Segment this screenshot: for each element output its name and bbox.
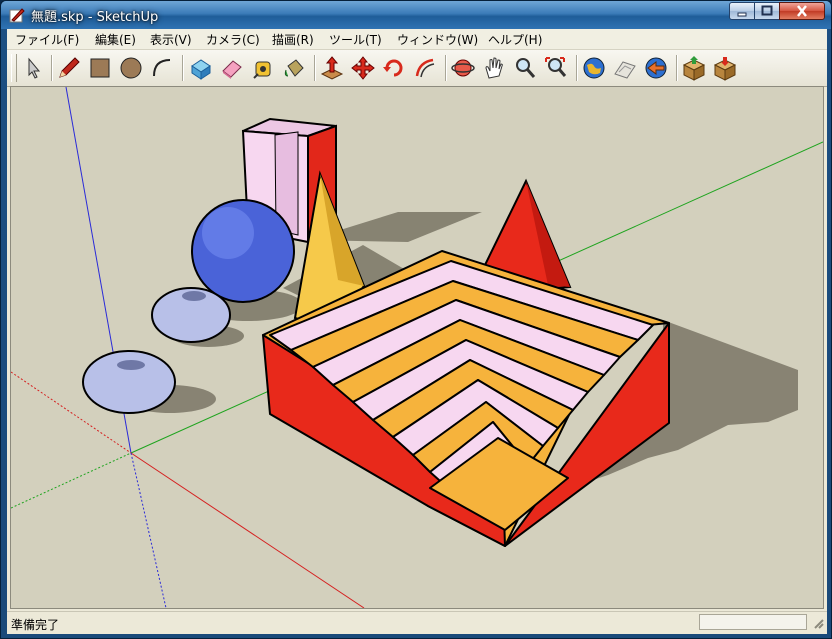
- make-component-tool-button[interactable]: [187, 54, 215, 82]
- place-model-icon: [645, 57, 667, 79]
- toolbar-separator: [576, 55, 578, 81]
- menu-edit[interactable]: 編集(E): [95, 31, 136, 48]
- close-icon: [797, 5, 807, 17]
- share-model-tool-button[interactable]: [711, 54, 739, 82]
- title-bar[interactable]: 無題.skp - SketchUp: [1, 1, 831, 29]
- offset-icon: [415, 58, 435, 78]
- tape-measure-tool-button[interactable]: [249, 54, 277, 82]
- get-current-view-tool-button[interactable]: [611, 54, 639, 82]
- tape-measure-icon: [253, 61, 271, 79]
- status-bar: 準備完了: [7, 611, 827, 634]
- 3d-scene[interactable]: [11, 87, 823, 608]
- minimize-icon: [737, 12, 747, 17]
- arc-icon: [153, 59, 171, 77]
- measurements-box[interactable]: [699, 614, 807, 630]
- green-axis-negative: [11, 452, 132, 509]
- earth-icon: [583, 57, 605, 79]
- toolbar-separator: [182, 55, 184, 81]
- circle-icon: [120, 57, 142, 79]
- share-box-icon: [713, 57, 737, 81]
- move-tool-button[interactable]: [349, 54, 377, 82]
- eraser-icon: [222, 60, 242, 79]
- small-torus: [151, 287, 231, 343]
- pencil-icon: [59, 57, 80, 78]
- blue-sphere: [191, 199, 295, 303]
- window-title: 無題.skp - SketchUp: [31, 10, 159, 25]
- pan-tool-button[interactable]: [480, 54, 508, 82]
- client-area: ファイル(F) 編集(E) 表示(V) カメラ(C) 描画(R) ツール(T) …: [7, 29, 827, 634]
- select-tool-button[interactable]: [19, 54, 47, 82]
- menu-view[interactable]: 表示(V): [150, 31, 192, 48]
- main-toolbar: [7, 50, 827, 87]
- rotate-tool-button[interactable]: [380, 54, 408, 82]
- eraser-tool-button[interactable]: [218, 54, 246, 82]
- push-pull-icon: [320, 56, 344, 80]
- menu-draw[interactable]: 描画(R): [272, 31, 314, 48]
- orbit-tool-button[interactable]: [449, 54, 477, 82]
- push-pull-tool-button[interactable]: [318, 54, 346, 82]
- orbit-icon: [451, 59, 475, 77]
- rectangle-tool-button[interactable]: [86, 54, 114, 82]
- get-models-tool-button[interactable]: [680, 54, 708, 82]
- large-torus: [82, 350, 176, 414]
- place-model-tool-button[interactable]: [642, 54, 670, 82]
- zoom-tool-button[interactable]: [511, 54, 539, 82]
- toolbar-grip[interactable]: [11, 54, 17, 82]
- status-text: 準備完了: [11, 618, 60, 632]
- toolbar-separator: [51, 55, 53, 81]
- resize-grip-icon[interactable]: [811, 616, 825, 630]
- rotate-icon: [383, 59, 403, 77]
- hand-icon: [485, 57, 503, 79]
- menu-file[interactable]: ファイル(F): [15, 31, 79, 48]
- app-window: 無題.skp - SketchUp ファイル(F) 編集(E) 表示(V) カメ…: [0, 0, 832, 639]
- circle-tool-button[interactable]: [117, 54, 145, 82]
- terrain-icon: [614, 61, 636, 79]
- menu-window[interactable]: ウィンドウ(W): [397, 31, 478, 48]
- menu-camera[interactable]: カメラ(C): [206, 31, 260, 48]
- rectangle-icon: [90, 58, 110, 78]
- minimize-button[interactable]: [729, 2, 755, 20]
- toolbar-separator: [445, 55, 447, 81]
- offset-tool-button[interactable]: [411, 54, 439, 82]
- component-icon: [191, 59, 211, 80]
- paint-bucket-tool-button[interactable]: [280, 54, 308, 82]
- zoom-extents-icon: [545, 57, 567, 77]
- paint-bucket-icon: [284, 59, 304, 77]
- google-earth-tool-button[interactable]: [580, 54, 608, 82]
- arc-tool-button[interactable]: [148, 54, 176, 82]
- menu-tools[interactable]: ツール(T): [329, 31, 382, 48]
- menu-help[interactable]: ヘルプ(H): [488, 31, 542, 48]
- menu-bar: ファイル(F) 編集(E) 表示(V) カメラ(C) 描画(R) ツール(T) …: [7, 29, 827, 50]
- blue-axis-negative: [130, 452, 167, 608]
- arrow-icon: [28, 57, 41, 79]
- zoom-extents-tool-button[interactable]: [542, 54, 570, 82]
- sketchup-app-icon: [9, 8, 25, 23]
- maximize-icon: [761, 5, 773, 16]
- move-icon: [351, 56, 375, 80]
- magnifier-icon: [516, 58, 536, 78]
- toolbar-separator: [314, 55, 316, 81]
- box-icon: [682, 56, 706, 81]
- toolbar-separator: [676, 55, 678, 81]
- close-button[interactable]: [779, 2, 825, 20]
- model-viewport[interactable]: [10, 86, 824, 609]
- line-tool-button[interactable]: [55, 54, 83, 82]
- maximize-button[interactable]: [754, 2, 780, 20]
- red-axis: [130, 452, 365, 608]
